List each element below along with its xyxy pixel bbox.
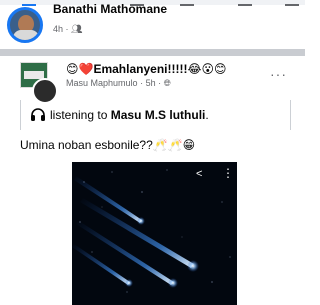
prev-post-time: 4h [53, 24, 64, 34]
meteor-shower-image [72, 162, 237, 305]
notifications-tab-icon[interactable] [238, 0, 252, 6]
prev-post-author[interactable]: Banathi Mathomane [53, 2, 167, 16]
post-author[interactable]: Masu Maphumulo [66, 78, 138, 88]
listening-prefix: listening to [50, 108, 108, 122]
group-icon: 👥︎ [71, 24, 83, 34]
prev-post-meta: 4h · 👥︎ [53, 24, 83, 34]
group-name[interactable]: 😊❤️Emahlanyeni!!!!!😂😮😊 [66, 62, 227, 76]
listening-activity: listening to Masu M.S luthuli. [30, 107, 209, 122]
share-icon[interactable]: < [196, 168, 202, 180]
home-tab-icon[interactable] [22, 0, 36, 6]
globe-icon: 🌐︎ [163, 78, 171, 88]
post-avatar-group[interactable] [20, 62, 58, 104]
post-meta: Masu Maphumulo · 5h · 🌐︎ [66, 78, 171, 88]
post-photo[interactable] [72, 162, 237, 305]
post-options-button[interactable]: ··· [270, 66, 287, 82]
menu-tab-icon[interactable] [285, 0, 299, 6]
prev-post-avatar[interactable] [7, 7, 43, 43]
post-time[interactable]: 5h [146, 78, 156, 88]
marketplace-tab-icon[interactable] [180, 0, 194, 6]
feed-divider [0, 49, 305, 56]
more-options-icon[interactable]: ⋮ [222, 166, 234, 180]
post-text: Umina noban esbonile??🥂🥂😁 [20, 138, 196, 152]
listening-artist[interactable]: Masu M.S luthuli [111, 108, 206, 122]
headphones-icon [31, 108, 45, 121]
